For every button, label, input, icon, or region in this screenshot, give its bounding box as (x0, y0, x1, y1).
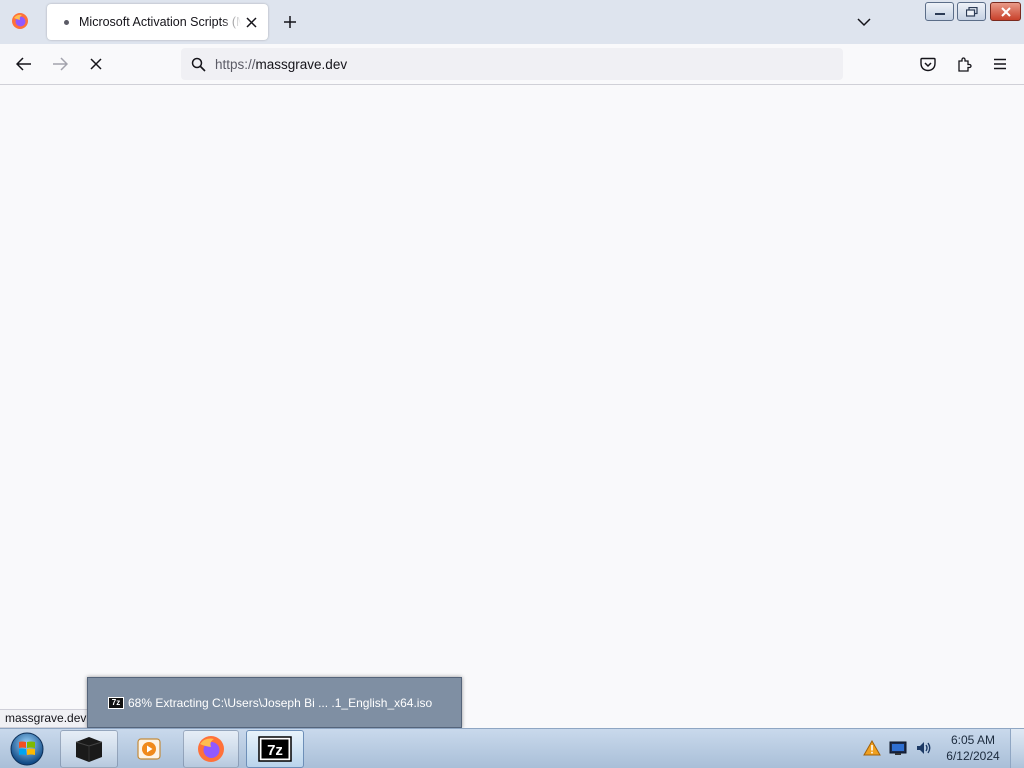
tab-close-button[interactable] (242, 13, 260, 31)
pocket-icon (920, 57, 936, 71)
window-close-button[interactable] (990, 2, 1021, 21)
puzzle-piece-icon (958, 57, 972, 72)
url-host: massgrave.dev (255, 56, 348, 72)
taskbar-thumbnail-7zip[interactable]: 7z 68% Extracting C:\Users\Joseph Bi ...… (87, 677, 462, 728)
arrow-left-icon (16, 57, 31, 71)
7z-icon-label: 7z (267, 742, 283, 759)
close-icon (1000, 6, 1011, 17)
hamburger-menu-icon (994, 58, 1006, 70)
tab-active[interactable]: Microsoft Activation Scripts (MAS) (47, 4, 268, 40)
thumbnail-title: 68% Extracting C:\Users\Joseph Bi ... .1… (128, 695, 433, 710)
volume-icon[interactable] (914, 738, 934, 758)
start-button[interactable] (6, 730, 48, 768)
firefox-icon (11, 12, 29, 33)
loading-dot-icon (64, 19, 69, 25)
close-icon (245, 16, 257, 28)
black-box-icon (75, 737, 103, 762)
stop-button[interactable] (82, 50, 110, 78)
link-status-panel: massgrave.dev (0, 709, 93, 728)
app-menu-button[interactable] (986, 50, 1014, 78)
arrow-right-icon (53, 57, 68, 71)
firefox-view-button[interactable] (6, 8, 34, 36)
windows-logo-icon (10, 732, 44, 766)
clock-time: 6:05 AM (950, 733, 996, 747)
window-minimize-button[interactable] (925, 2, 954, 21)
url-scheme: https:// (215, 56, 256, 72)
taskbar-app-firefox[interactable] (183, 730, 239, 768)
taskbar: 7z 6:05 AM 6/12/2024 (0, 728, 1024, 768)
url-text: https://massgrave.dev (215, 57, 347, 72)
address-bar[interactable]: https://massgrave.dev (181, 48, 843, 80)
extensions-button[interactable] (950, 50, 978, 78)
new-tab-button[interactable] (278, 10, 302, 34)
forward-button[interactable] (46, 50, 74, 78)
navigation-toolbar: https://massgrave.dev (0, 44, 1024, 85)
chevron-down-icon (857, 18, 871, 27)
7z-icon: 7z (108, 696, 124, 709)
7z-icon: 7z (258, 736, 292, 762)
system-tray (862, 737, 934, 759)
tab-strip: Microsoft Activation Scripts (MAS) (0, 0, 1024, 44)
show-desktop-button[interactable] (1010, 729, 1024, 768)
taskbar-app-terminal[interactable] (60, 730, 118, 768)
clock-date: 6/12/2024 (946, 749, 1000, 763)
minimize-icon (934, 12, 945, 15)
stop-x-icon (90, 58, 102, 70)
network-monitor-icon[interactable] (888, 738, 908, 758)
tab-title: Microsoft Activation Scripts (MAS) (79, 15, 241, 29)
firefox-icon (198, 736, 224, 762)
restore-icon (965, 6, 978, 17)
warning-icon[interactable] (862, 738, 882, 758)
taskbar-app-7zip[interactable]: 7z (246, 730, 304, 768)
plus-icon (284, 16, 296, 28)
play-icon (137, 738, 161, 760)
window-restore-button[interactable] (957, 2, 986, 21)
list-all-tabs-button[interactable] (852, 10, 876, 34)
search-icon (189, 55, 207, 73)
pocket-button[interactable] (914, 50, 942, 78)
taskbar-app-media-player[interactable] (120, 730, 178, 768)
clock[interactable]: 6:05 AM 6/12/2024 (942, 732, 1004, 764)
back-button[interactable] (10, 50, 38, 78)
page-content (0, 85, 1024, 728)
